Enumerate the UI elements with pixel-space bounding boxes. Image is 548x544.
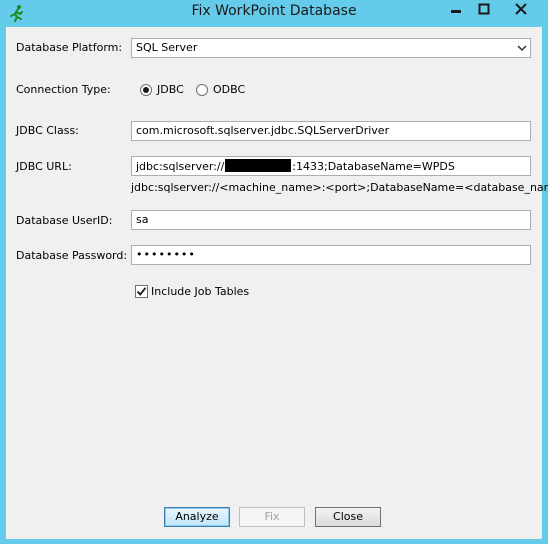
chevron-down-icon [516,42,528,54]
database-userid-label: Database UserID: [16,214,113,227]
jdbc-radio[interactable] [140,84,152,96]
dialog-body: Database Platform: SQL Server Connection… [6,27,548,539]
minimize-button[interactable] [442,0,470,20]
maximize-icon [478,3,490,18]
fix-workpoint-database-window: Fix WorkPoint Database Database Platform… [0,0,548,544]
jdbc-class-input[interactable]: com.microsoft.sqlserver.jdbc.SQLServerDr… [131,121,531,141]
fix-button[interactable]: Fix [239,507,305,527]
jdbc-url-label: JDBC URL: [16,160,72,173]
title-bar[interactable]: Fix WorkPoint Database [0,0,548,26]
jdbc-class-label: JDBC Class: [16,124,79,137]
jdbc-radio-label[interactable]: JDBC [157,83,184,96]
close-button[interactable]: Close [315,507,381,527]
include-job-tables-checkbox[interactable] [135,285,148,298]
jdbc-url-input[interactable]: jdbc:sqlserver:// :1433;DatabaseName=WPDS [131,156,531,176]
database-platform-value: SQL Server [136,41,198,54]
jdbc-url-suffix: :1433;DatabaseName=WPDS [292,160,455,173]
minimize-icon [450,4,462,17]
checkmark-icon [136,287,147,296]
database-platform-label: Database Platform: [16,41,123,54]
close-icon [515,2,527,18]
database-password-input[interactable]: •••••••• [131,245,531,265]
include-job-tables-label[interactable]: Include Job Tables [151,285,249,298]
odbc-radio[interactable] [196,84,208,96]
jdbc-url-hint: jdbc:sqlserver://<machine_name>:<port>;D… [131,181,548,194]
analyze-button[interactable]: Analyze [164,507,230,527]
database-platform-select[interactable]: SQL Server [131,38,531,58]
database-userid-input[interactable]: sa [131,210,531,230]
database-password-label: Database Password: [16,249,128,262]
maximize-button[interactable] [470,0,498,20]
redacted-hostname [225,159,292,172]
connection-type-label: Connection Type: [16,83,111,96]
close-window-button[interactable] [498,0,544,20]
jdbc-url-prefix: jdbc:sqlserver:// [136,160,225,173]
odbc-radio-label[interactable]: ODBC [213,83,245,96]
